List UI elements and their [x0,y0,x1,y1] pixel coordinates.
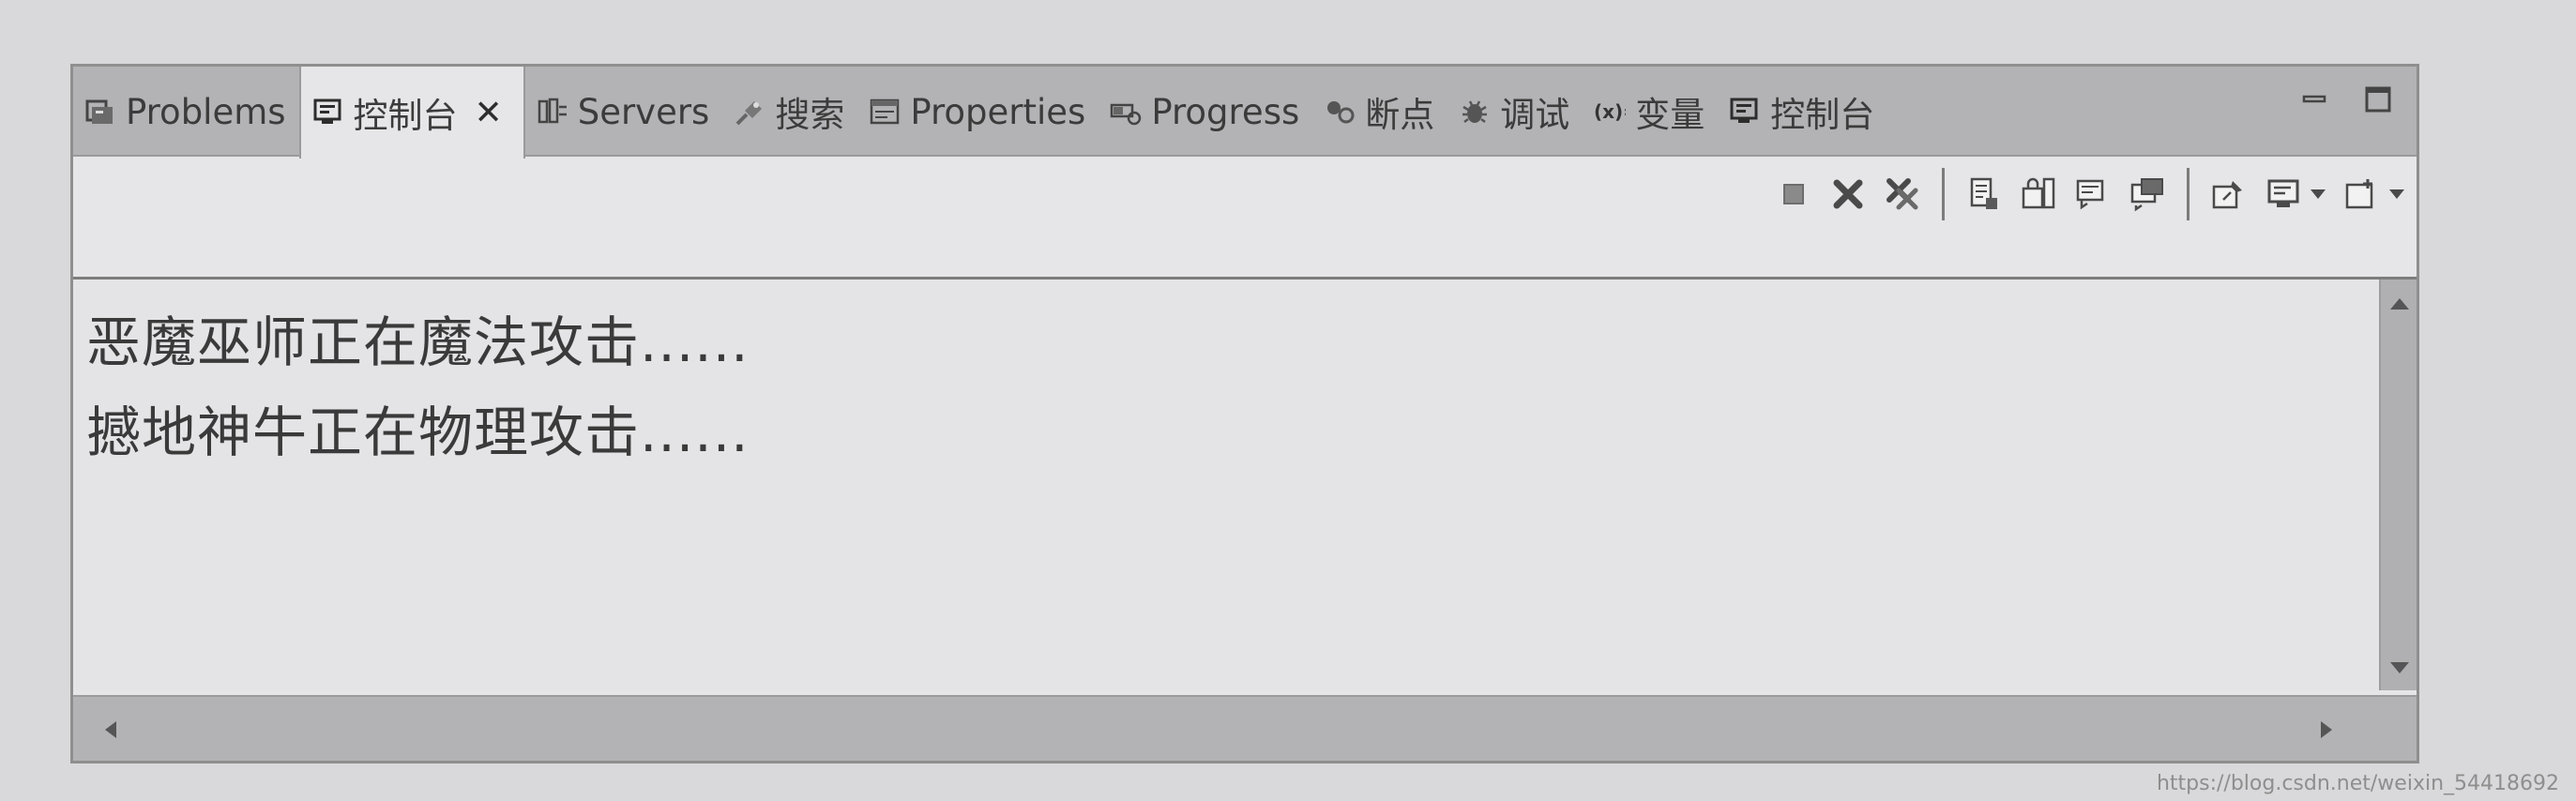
progress-icon [1110,96,1142,128]
pin-console-icon[interactable] [2210,174,2248,215]
close-icon[interactable]: ✕ [475,94,503,132]
terminate-icon[interactable] [1775,174,1812,215]
tab-label: 变量 [1635,95,1705,135]
vertical-scrollbar[interactable] [2379,280,2417,690]
watermark: https://blog.csdn.net/weixin_54418692 [2156,772,2559,795]
word-wrap-icon[interactable] [2074,174,2112,215]
toolbar-separator [2187,168,2190,220]
display-selected-console-icon[interactable] [2265,174,2302,215]
scroll-up-icon[interactable] [2388,296,2411,311]
tab-console-2[interactable]: 控制台 [1718,67,1887,157]
scroll-lock-icon[interactable] [2020,174,2057,215]
console-line: 撼地神牛正在物理攻击...... [86,400,750,464]
tab-label: Properties [910,91,1086,132]
variables-icon: (x)= [1594,96,1626,128]
remove-launch-icon[interactable] [1829,174,1867,215]
tab-label: 调试 [1500,95,1570,135]
svg-text:(x)=: (x)= [1594,100,1626,123]
tab-search[interactable]: 搜索 [722,67,857,157]
search-icon [734,96,765,128]
chevron-down-icon[interactable] [2310,174,2326,215]
tab-variables[interactable]: (x)= 变量 [1583,67,1718,157]
clear-console-icon[interactable] [1965,174,2003,215]
minimize-icon[interactable] [2298,83,2330,115]
console-line: 恶魔巫师正在魔法攻击...... [86,310,750,374]
debug-icon [1459,96,1491,128]
tab-problems[interactable]: Problems [73,67,299,157]
tab-servers[interactable]: Servers [525,67,723,157]
tab-label: Problems [126,91,286,132]
console-icon [312,97,344,128]
tab-label: 控制台 [1770,95,1875,135]
tab-console[interactable]: 控制台 ✕ [298,67,525,159]
scroll-left-icon[interactable] [103,719,118,740]
maximize-icon[interactable] [2362,83,2394,115]
tab-label: 断点 [1365,95,1435,135]
tab-label: Servers [577,91,710,132]
show-console-on-output-icon[interactable] [2129,174,2166,215]
horizontal-scrollbar[interactable] [73,695,2417,761]
console-output[interactable]: 恶魔巫师正在魔法攻击...... 撼地神牛正在物理攻击...... [73,280,2383,690]
open-console-icon[interactable] [2343,174,2381,215]
view-tabs: Problems 控制台 ✕ Servers 搜索 Properties Pro… [73,67,1887,159]
view-window-controls [2298,83,2394,115]
tab-properties[interactable]: Properties [857,67,1099,157]
chevron-down-icon[interactable] [2388,174,2405,215]
console-icon [1729,96,1761,128]
tab-breakpoints[interactable]: 断点 [1312,67,1447,157]
scroll-down-icon[interactable] [2388,660,2411,675]
tab-label: 搜索 [775,95,845,135]
view-tab-bar: Problems 控制台 ✕ Servers 搜索 Properties Pro… [73,67,2417,159]
console-toolbar [1775,160,2405,228]
console-view-panel: Problems 控制台 ✕ Servers 搜索 Properties Pro… [70,64,2419,763]
breakpoints-icon [1324,96,1356,128]
servers-icon [537,96,568,128]
tab-label: 控制台 [353,96,458,136]
remove-all-terminated-icon[interactable] [1884,174,1921,215]
toolbar-separator [1942,168,1945,220]
problems-icon [84,96,116,128]
tab-label: Progress [1151,91,1300,132]
scroll-right-icon[interactable] [2319,719,2334,740]
properties-icon [869,96,901,128]
tab-progress[interactable]: Progress [1099,67,1312,157]
tab-debug[interactable]: 调试 [1447,67,1583,157]
